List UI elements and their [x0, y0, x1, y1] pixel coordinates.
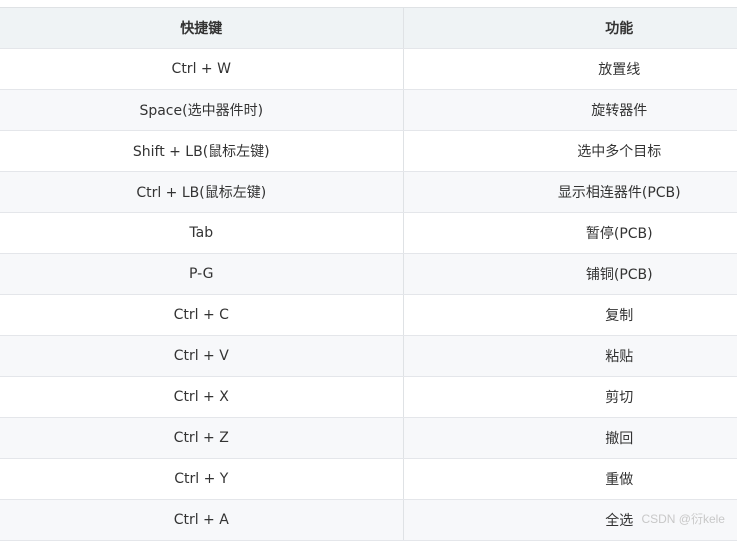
table-row: Ctrl + V 粘贴 — [0, 335, 737, 377]
function-cell: 暂停(PCB) — [403, 212, 737, 254]
table-header-row: 快捷键 功能 — [0, 7, 737, 49]
shortcut-cell: Ctrl + V — [0, 335, 404, 377]
shortcut-cell: Ctrl + X — [0, 376, 404, 418]
shortcut-cell: Ctrl + Z — [0, 417, 404, 459]
shortcut-cell: Ctrl + C — [0, 294, 404, 336]
shortcut-cell: Space(选中器件时) — [0, 89, 404, 131]
shortcut-cell: Ctrl + W — [0, 48, 404, 90]
table-row: Ctrl + Z 撤回 — [0, 417, 737, 459]
shortcut-table-container: 快捷键 功能 Ctrl + W 放置线 Space(选中器件时) 旋转器件 Sh… — [0, 7, 737, 541]
table-row: P-G 铺铜(PCB) — [0, 253, 737, 295]
shortcut-cell: Ctrl + Y — [0, 458, 404, 500]
shortcut-cell: P-G — [0, 253, 404, 295]
table-row: Tab 暂停(PCB) — [0, 212, 737, 254]
table-row: Ctrl + C 复制 — [0, 294, 737, 336]
table-row: Ctrl + Y 重做 — [0, 458, 737, 500]
function-cell: 铺铜(PCB) — [403, 253, 737, 295]
header-shortcut: 快捷键 — [0, 7, 404, 49]
function-cell: 放置线 — [403, 48, 737, 90]
table-row: Shift + LB(鼠标左键) 选中多个目标 — [0, 130, 737, 172]
function-cell: 剪切 — [403, 376, 737, 418]
table-row: Ctrl + LB(鼠标左键) 显示相连器件(PCB) — [0, 171, 737, 213]
function-cell: 复制 — [403, 294, 737, 336]
function-cell: 选中多个目标 — [403, 130, 737, 172]
function-cell: 重做 — [403, 458, 737, 500]
shortcut-cell: Ctrl + A — [0, 499, 404, 541]
function-cell: 粘贴 — [403, 335, 737, 377]
shortcut-table: 快捷键 功能 Ctrl + W 放置线 Space(选中器件时) 旋转器件 Sh… — [0, 7, 737, 541]
table-row: Ctrl + A 全选 — [0, 499, 737, 541]
shortcut-cell: Shift + LB(鼠标左键) — [0, 130, 404, 172]
header-function: 功能 — [403, 7, 737, 49]
function-cell: 旋转器件 — [403, 89, 737, 131]
table-row: Space(选中器件时) 旋转器件 — [0, 89, 737, 131]
function-cell: 显示相连器件(PCB) — [403, 171, 737, 213]
shortcut-cell: Ctrl + LB(鼠标左键) — [0, 171, 404, 213]
function-cell: 全选 — [403, 499, 737, 541]
table-row: Ctrl + X 剪切 — [0, 376, 737, 418]
shortcut-cell: Tab — [0, 212, 404, 254]
function-cell: 撤回 — [403, 417, 737, 459]
table-row: Ctrl + W 放置线 — [0, 48, 737, 90]
